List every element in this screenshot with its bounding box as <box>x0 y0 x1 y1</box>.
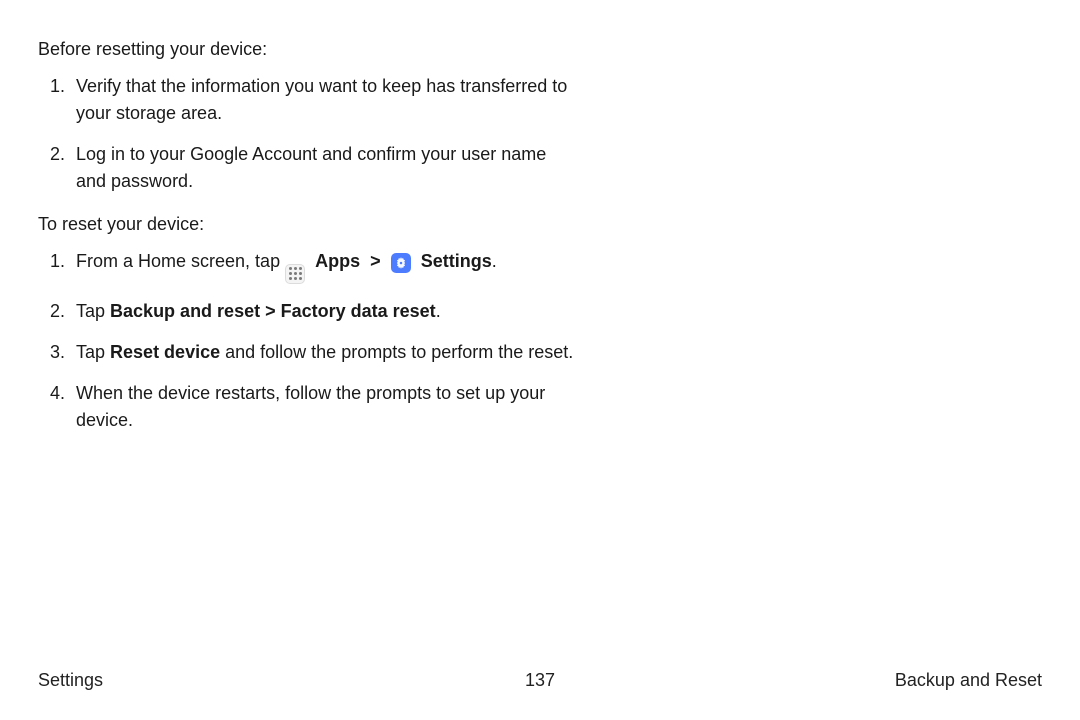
list-item: When the device restarts, follow the pro… <box>70 380 578 434</box>
before-reset-heading: Before resetting your device: <box>38 36 578 63</box>
list-item: Tap Backup and reset > Factory data rese… <box>70 298 578 325</box>
apps-icon <box>285 264 305 284</box>
list-item: From a Home screen, tap Apps > <box>70 248 578 284</box>
apps-grid-dots <box>289 267 302 280</box>
footer-section-label: Settings <box>38 667 103 694</box>
backup-and-reset-label: Backup and reset <box>110 301 260 321</box>
reset-device-label: Reset device <box>110 342 220 362</box>
apps-label: Apps <box>310 251 360 271</box>
before-reset-list: Verify that the information you want to … <box>38 73 578 195</box>
settings-icon <box>391 253 411 273</box>
chevron-right-icon: > <box>260 301 281 321</box>
step-text: Tap <box>76 301 110 321</box>
step-text: . <box>436 301 441 321</box>
settings-label: Settings <box>416 251 492 271</box>
reset-steps-list: From a Home screen, tap Apps > <box>38 248 578 434</box>
page-footer: Settings 137 Backup and Reset <box>38 667 1042 694</box>
list-item: Verify that the information you want to … <box>70 73 578 127</box>
page-number: 137 <box>38 667 1042 694</box>
step-text: and follow the prompts to perform the re… <box>220 342 573 362</box>
step-text: Tap <box>76 342 110 362</box>
content-column: Before resetting your device: Verify tha… <box>38 36 578 434</box>
step-text: . <box>492 251 497 271</box>
footer-topic-label: Backup and Reset <box>895 667 1042 694</box>
list-item: Tap Reset device and follow the prompts … <box>70 339 578 366</box>
chevron-right-icon: > <box>365 251 386 271</box>
page: Before resetting your device: Verify tha… <box>0 0 1080 720</box>
to-reset-heading: To reset your device: <box>38 211 578 238</box>
list-item: Log in to your Google Account and confir… <box>70 141 578 195</box>
factory-data-reset-label: Factory data reset <box>281 301 436 321</box>
step-text: From a Home screen, tap <box>76 251 285 271</box>
